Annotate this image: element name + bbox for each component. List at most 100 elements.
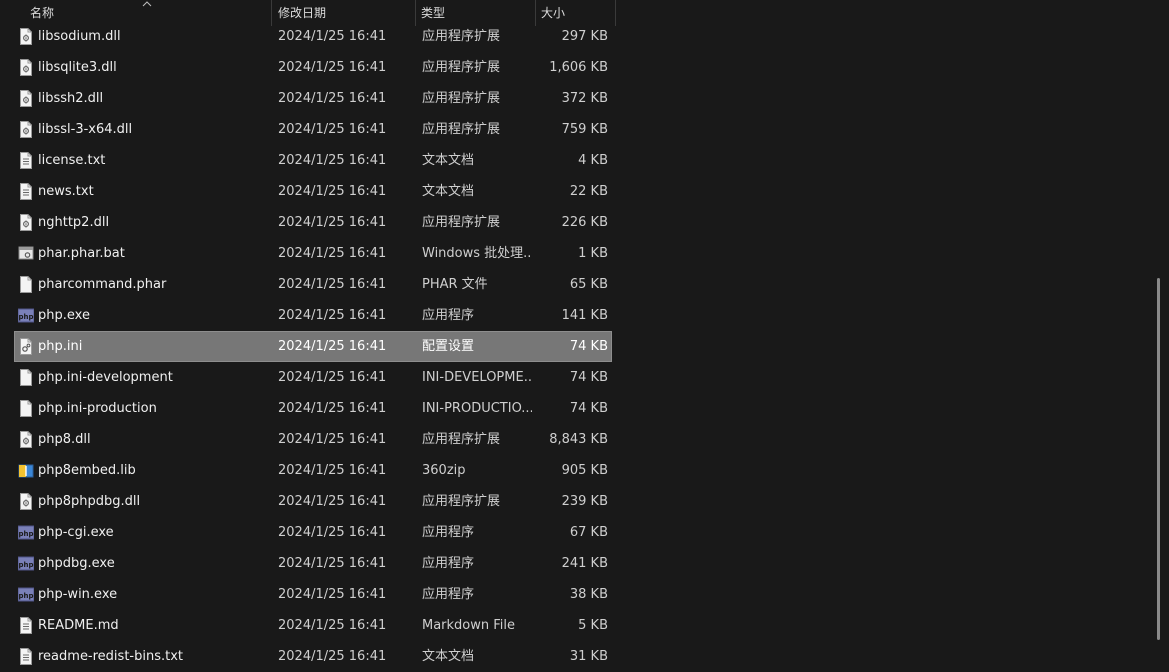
file-type: Windows 批处理... xyxy=(422,246,532,261)
file-size: 4 KB xyxy=(578,153,608,168)
file-row[interactable]: libsqlite3.dll 2024/1/25 16:41 应用程序扩展 1,606… xyxy=(0,52,612,83)
file-name: readme-redist-bins.txt xyxy=(38,649,184,664)
file-type: 应用程序扩展 xyxy=(422,29,501,44)
file-type: Markdown File xyxy=(422,618,516,633)
file-type: 应用程序扩展 xyxy=(422,122,501,137)
file-modified-date: 2024/1/25 16:41 xyxy=(278,618,387,633)
file-row[interactable]: README.md 2024/1/25 16:41 Markdown File 5 K… xyxy=(0,610,612,641)
file-size: 31 KB xyxy=(569,649,608,664)
svg-text:php: php xyxy=(18,592,33,600)
text-file-icon xyxy=(20,617,32,634)
file-name: libsqlite3.dll xyxy=(38,60,117,75)
file-name: phar.phar.bat xyxy=(38,246,125,261)
file-row[interactable]: libsodium.dll 2024/1/25 16:41 应用程序扩展 297 KB xyxy=(0,21,612,52)
svg-text:php: php xyxy=(18,561,33,569)
file-name: phpdbg.exe xyxy=(38,556,115,571)
blank-file-icon xyxy=(20,369,32,386)
file-row[interactable]: php.ini-production 2024/1/25 16:41 INI-PRO… xyxy=(0,393,612,424)
file-type: 配置设置 xyxy=(422,339,475,354)
file-size: 759 KB xyxy=(561,122,608,137)
file-row[interactable]: libssl-3-x64.dll 2024/1/25 16:41 应用程序扩展 759… xyxy=(0,114,612,145)
batch-file-icon xyxy=(18,246,34,260)
file-row[interactable]: php8embed.lib 2024/1/25 16:41 360zip 905 KB xyxy=(0,455,612,486)
file-size: 67 KB xyxy=(569,525,608,540)
zip-archive-icon xyxy=(18,464,34,478)
file-row[interactable]: php8.dll 2024/1/25 16:41 应用程序扩展 8,843 KB xyxy=(0,424,612,455)
chevron-up-icon xyxy=(142,1,152,7)
file-modified-date: 2024/1/25 16:41 xyxy=(278,494,387,509)
file-modified-date: 2024/1/25 16:41 xyxy=(278,91,387,106)
file-row[interactable]: php php-cgi.exe 2024/1/25 16:41 应用程序 67 KB xyxy=(0,517,612,548)
dll-file-icon xyxy=(20,121,32,138)
file-name: libssl-3-x64.dll xyxy=(38,122,133,137)
file-modified-date: 2024/1/25 16:41 xyxy=(278,556,387,571)
file-row[interactable]: pharcommand.phar 2024/1/25 16:41 PHAR 文件 65… xyxy=(0,269,612,300)
file-size: 1 KB xyxy=(578,246,608,261)
file-type: PHAR 文件 xyxy=(422,277,488,292)
file-modified-date: 2024/1/25 16:41 xyxy=(278,587,387,602)
file-size: 38 KB xyxy=(569,587,608,602)
file-size: 372 KB xyxy=(561,91,608,106)
file-type: 应用程序扩展 xyxy=(422,432,501,447)
file-row[interactable]: php php-win.exe 2024/1/25 16:41 应用程序 38 KB xyxy=(0,579,612,610)
file-type: 应用程序 xyxy=(422,556,475,571)
file-name: libsodium.dll xyxy=(38,29,121,44)
file-row[interactable]: php php.exe 2024/1/25 16:41 应用程序 141 KB xyxy=(0,300,612,331)
dll-file-icon xyxy=(20,431,32,448)
file-type: 应用程序扩展 xyxy=(422,494,501,509)
file-modified-date: 2024/1/25 16:41 xyxy=(278,649,387,664)
file-modified-date: 2024/1/25 16:41 xyxy=(278,370,387,385)
text-file-icon xyxy=(20,648,32,665)
file-list-pane: 名称 修改日期 类型 大小 libsodium.dll 2024/1/25 16:… xyxy=(0,0,1169,672)
file-name: pharcommand.phar xyxy=(38,277,167,292)
file-size: 74 KB xyxy=(569,339,608,354)
file-name: php.ini-production xyxy=(38,401,157,416)
file-name: nghttp2.dll xyxy=(38,215,110,230)
file-type: 360zip xyxy=(422,463,466,478)
file-list: libsodium.dll 2024/1/25 16:41 应用程序扩展 297 KB… xyxy=(0,21,620,672)
file-row[interactable]: libssh2.dll 2024/1/25 16:41 应用程序扩展 372 KB xyxy=(0,83,612,114)
blank-file-icon xyxy=(20,276,32,293)
file-size: 226 KB xyxy=(561,215,608,230)
file-size: 1,606 KB xyxy=(549,60,608,75)
file-name: php.ini-development xyxy=(38,370,173,385)
file-name: libssh2.dll xyxy=(38,91,104,106)
file-row[interactable]: nghttp2.dll 2024/1/25 16:41 应用程序扩展 226 KB xyxy=(0,207,612,238)
file-row[interactable]: phar.phar.bat 2024/1/25 16:41 Windows 批处理.… xyxy=(0,238,612,269)
file-row[interactable]: license.txt 2024/1/25 16:41 文本文档 4 KB xyxy=(0,145,612,176)
file-size: 74 KB xyxy=(569,401,608,416)
file-type: 应用程序扩展 xyxy=(422,91,501,106)
file-modified-date: 2024/1/25 16:41 xyxy=(278,432,387,447)
file-name: php8.dll xyxy=(38,432,91,447)
file-size: 22 KB xyxy=(569,184,608,199)
dll-file-icon xyxy=(20,28,32,45)
file-modified-date: 2024/1/25 16:41 xyxy=(278,339,387,354)
file-name: README.md xyxy=(38,618,119,633)
file-row[interactable]: php phpdbg.exe 2024/1/25 16:41 应用程序 241 KB xyxy=(0,548,612,579)
file-name: php8embed.lib xyxy=(38,463,136,478)
file-type: 应用程序扩展 xyxy=(422,215,501,230)
file-row[interactable]: php.ini-development 2024/1/25 16:41 INI-DE… xyxy=(0,362,612,393)
file-name: php-win.exe xyxy=(38,587,118,602)
file-row[interactable]: news.txt 2024/1/25 16:41 文本文档 22 KB xyxy=(0,176,612,207)
file-modified-date: 2024/1/25 16:41 xyxy=(278,153,387,168)
file-size: 141 KB xyxy=(561,308,608,323)
dll-file-icon xyxy=(20,59,32,76)
vertical-scrollbar[interactable] xyxy=(1157,278,1160,640)
svg-text:php: php xyxy=(18,530,33,538)
file-size: 905 KB xyxy=(561,463,608,478)
file-type: 应用程序 xyxy=(422,308,475,323)
file-row[interactable]: php8phpdbg.dll 2024/1/25 16:41 应用程序扩展 239 K… xyxy=(0,486,612,517)
file-type: 应用程序 xyxy=(422,587,475,602)
dll-file-icon xyxy=(20,214,32,231)
file-type: INI-PRODUCTIO... xyxy=(422,401,532,416)
file-modified-date: 2024/1/25 16:41 xyxy=(278,122,387,137)
file-name: php.exe xyxy=(38,308,90,323)
file-row-selected[interactable]: php.ini 2024/1/25 16:41 配置设置 74 KB xyxy=(14,331,612,362)
file-size: 74 KB xyxy=(569,370,608,385)
file-size: 5 KB xyxy=(578,618,608,633)
text-file-icon xyxy=(20,183,32,200)
svg-text:php: php xyxy=(18,313,33,321)
file-row[interactable]: readme-redist-bins.txt 2024/1/25 16:41 文本文… xyxy=(0,641,612,672)
file-type: 文本文档 xyxy=(422,184,475,199)
